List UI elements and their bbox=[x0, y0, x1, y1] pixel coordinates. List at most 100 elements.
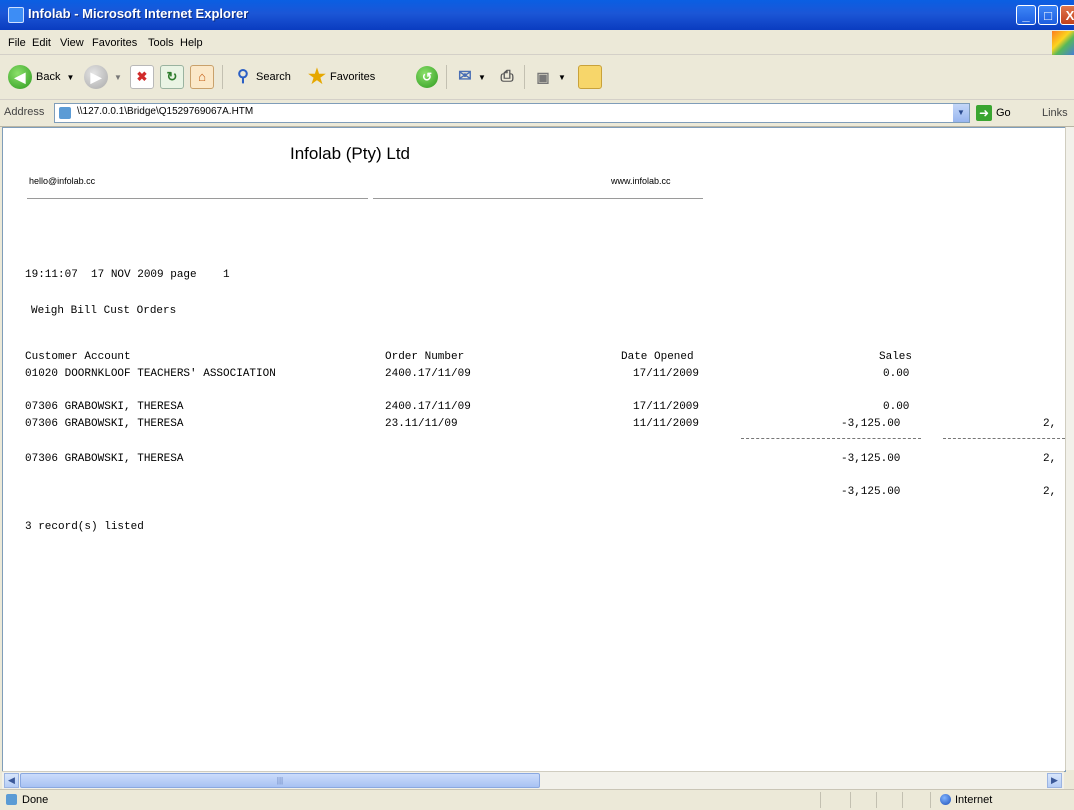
edit-button[interactable]: ▣ ▼ bbox=[532, 63, 566, 91]
folder-button[interactable] bbox=[578, 63, 602, 91]
row-3-account: 07306 GRABOWSKI, THERESA bbox=[25, 418, 184, 430]
favorites-label: Favorites bbox=[330, 71, 376, 83]
toolbar-separator bbox=[222, 65, 223, 89]
back-button[interactable]: ◀ Back ▼ bbox=[8, 63, 74, 91]
col-date-opened: Date Opened bbox=[621, 351, 694, 363]
browser-window: Infolab - Microsoft Internet Explorer _ … bbox=[0, 0, 1074, 810]
subtotal-divider bbox=[943, 438, 1065, 439]
forward-button[interactable]: ▶ ▼ bbox=[84, 63, 122, 91]
search-icon: ⚲ bbox=[237, 68, 249, 85]
company-email[interactable]: hello@infolab.cc bbox=[29, 176, 95, 186]
address-dropdown-icon[interactable]: ▼ bbox=[953, 104, 969, 122]
ie-icon bbox=[8, 7, 24, 23]
row-2-account: 07306 GRABOWSKI, THERESA bbox=[25, 401, 184, 413]
mail-icon: ✉ bbox=[458, 68, 472, 85]
home-button[interactable]: ⌂ bbox=[190, 63, 214, 91]
page-done-icon bbox=[6, 794, 17, 805]
menu-edit[interactable]: Edit bbox=[32, 37, 51, 49]
address-bar: Address \\127.0.0.1\Bridge\Q1529769067A.… bbox=[0, 100, 1074, 127]
header-divider bbox=[27, 198, 368, 199]
go-button[interactable]: ➜ Go bbox=[976, 104, 1011, 122]
status-bar: Done Internet bbox=[0, 789, 1074, 810]
address-url: \\127.0.0.1\Bridge\Q1529769067A.HTM bbox=[77, 106, 254, 117]
edit-icon: ▣ bbox=[536, 69, 550, 85]
page-content: Infolab (Pty) Ltd hello@infolab.cc www.i… bbox=[2, 127, 1066, 772]
status-divider bbox=[930, 792, 931, 808]
home-icon: ⌂ bbox=[190, 65, 214, 89]
row-1-sales: 0.00 bbox=[883, 368, 910, 380]
refresh-button[interactable]: ↻ bbox=[160, 63, 184, 91]
toolbar-separator bbox=[446, 65, 447, 89]
status-text: Done bbox=[22, 794, 49, 806]
menu-view[interactable]: View bbox=[60, 37, 84, 49]
internet-zone-icon bbox=[940, 794, 951, 805]
address-input[interactable]: \\127.0.0.1\Bridge\Q1529769067A.HTM ▼ bbox=[54, 103, 970, 123]
report-title: Weigh Bill Cust Orders bbox=[31, 305, 177, 317]
records-listed: 3 record(s) listed bbox=[25, 521, 144, 533]
row-3-sales: -3,125.00 bbox=[841, 418, 901, 430]
status-divider bbox=[876, 792, 877, 808]
toolbar-separator bbox=[524, 65, 525, 89]
row-3-extra: 2, bbox=[1043, 418, 1057, 430]
row-2-order: 2400.17/11/09 bbox=[385, 401, 471, 413]
status-divider bbox=[820, 792, 821, 808]
menu-help[interactable]: Help bbox=[180, 37, 203, 49]
subtotal-sales: -3,125.00 bbox=[841, 453, 901, 465]
col-order-number: Order Number bbox=[385, 351, 465, 363]
status-divider bbox=[850, 792, 851, 808]
back-icon: ◀ bbox=[8, 65, 32, 89]
company-website[interactable]: www.infolab.cc bbox=[611, 176, 671, 186]
menu-tools[interactable]: Tools bbox=[148, 37, 174, 49]
vertical-scrollbar[interactable] bbox=[1065, 127, 1074, 770]
print-button[interactable]: ⎙ bbox=[496, 63, 518, 91]
report-timestamp: 19:11:07 17 NOV 2009 page 1 bbox=[25, 269, 230, 281]
stop-icon: ✖ bbox=[130, 65, 154, 89]
page-icon bbox=[59, 107, 71, 119]
minimize-button[interactable]: _ bbox=[1016, 5, 1036, 25]
favorites-icon: ★ bbox=[308, 66, 326, 88]
scroll-left-icon[interactable]: ◀ bbox=[4, 773, 19, 788]
status-divider bbox=[902, 792, 903, 808]
windows-logo-icon bbox=[1052, 31, 1074, 55]
search-label: Search bbox=[256, 71, 291, 83]
row-1-date: 17/11/2009 bbox=[633, 368, 700, 380]
menu-bar: File Edit View Favorites Tools Help bbox=[0, 34, 1074, 55]
security-zone: Internet bbox=[955, 794, 993, 806]
col-customer-account: Customer Account bbox=[25, 351, 131, 363]
scroll-right-icon[interactable]: ▶ bbox=[1047, 773, 1062, 788]
row-1-order: 2400.17/11/09 bbox=[385, 368, 471, 380]
row-3-date: 11/11/2009 bbox=[633, 418, 700, 430]
company-name: Infolab (Pty) Ltd bbox=[290, 144, 411, 163]
row-2-sales: 0.00 bbox=[883, 401, 910, 413]
subtotal-divider bbox=[741, 438, 921, 439]
col-sales: Sales bbox=[879, 351, 913, 363]
go-label: Go bbox=[996, 107, 1011, 119]
go-arrow-icon: ➜ bbox=[976, 105, 992, 121]
horizontal-scrollbar[interactable]: ◀ ||| ▶ bbox=[2, 771, 1064, 789]
print-icon: ⎙ bbox=[500, 68, 514, 85]
stop-button[interactable]: ✖ bbox=[130, 63, 154, 91]
row-2-date: 17/11/2009 bbox=[633, 401, 700, 413]
links-button[interactable]: Links bbox=[1042, 107, 1068, 119]
subtotal-extra: 2, bbox=[1043, 453, 1057, 465]
window-title: Infolab - Microsoft Internet Explorer bbox=[28, 6, 249, 21]
refresh-icon: ↻ bbox=[160, 65, 184, 89]
history-icon: ↺ bbox=[416, 66, 438, 88]
maximize-button[interactable]: □ bbox=[1038, 5, 1058, 25]
scroll-thumb[interactable]: ||| bbox=[20, 773, 540, 788]
toolbar: ◀ Back ▼ ▶ ▼ ✖ ↻ ⌂ ⚲ Search ★ Favorites … bbox=[0, 55, 1074, 100]
back-label: Back bbox=[36, 71, 61, 83]
folder-icon bbox=[578, 65, 602, 89]
menu-favorites[interactable]: Favorites bbox=[92, 37, 137, 49]
row-1-account: 01020 DOORNKLOOF TEACHERS' ASSOCIATION bbox=[25, 368, 276, 380]
address-label: Address bbox=[4, 106, 45, 118]
close-button[interactable]: X bbox=[1060, 5, 1074, 25]
search-button[interactable]: ⚲ Search bbox=[232, 63, 291, 91]
title-bar[interactable]: Infolab - Microsoft Internet Explorer _ … bbox=[0, 0, 1074, 30]
menu-file[interactable]: File bbox=[8, 37, 26, 49]
mail-button[interactable]: ✉ ▼ bbox=[454, 63, 486, 91]
favorites-button[interactable]: ★ Favorites bbox=[306, 63, 375, 91]
history-button[interactable]: ↺ bbox=[416, 63, 438, 91]
grand-total-sales: -3,125.00 bbox=[841, 486, 901, 498]
subtotal-account: 07306 GRABOWSKI, THERESA bbox=[25, 453, 184, 465]
